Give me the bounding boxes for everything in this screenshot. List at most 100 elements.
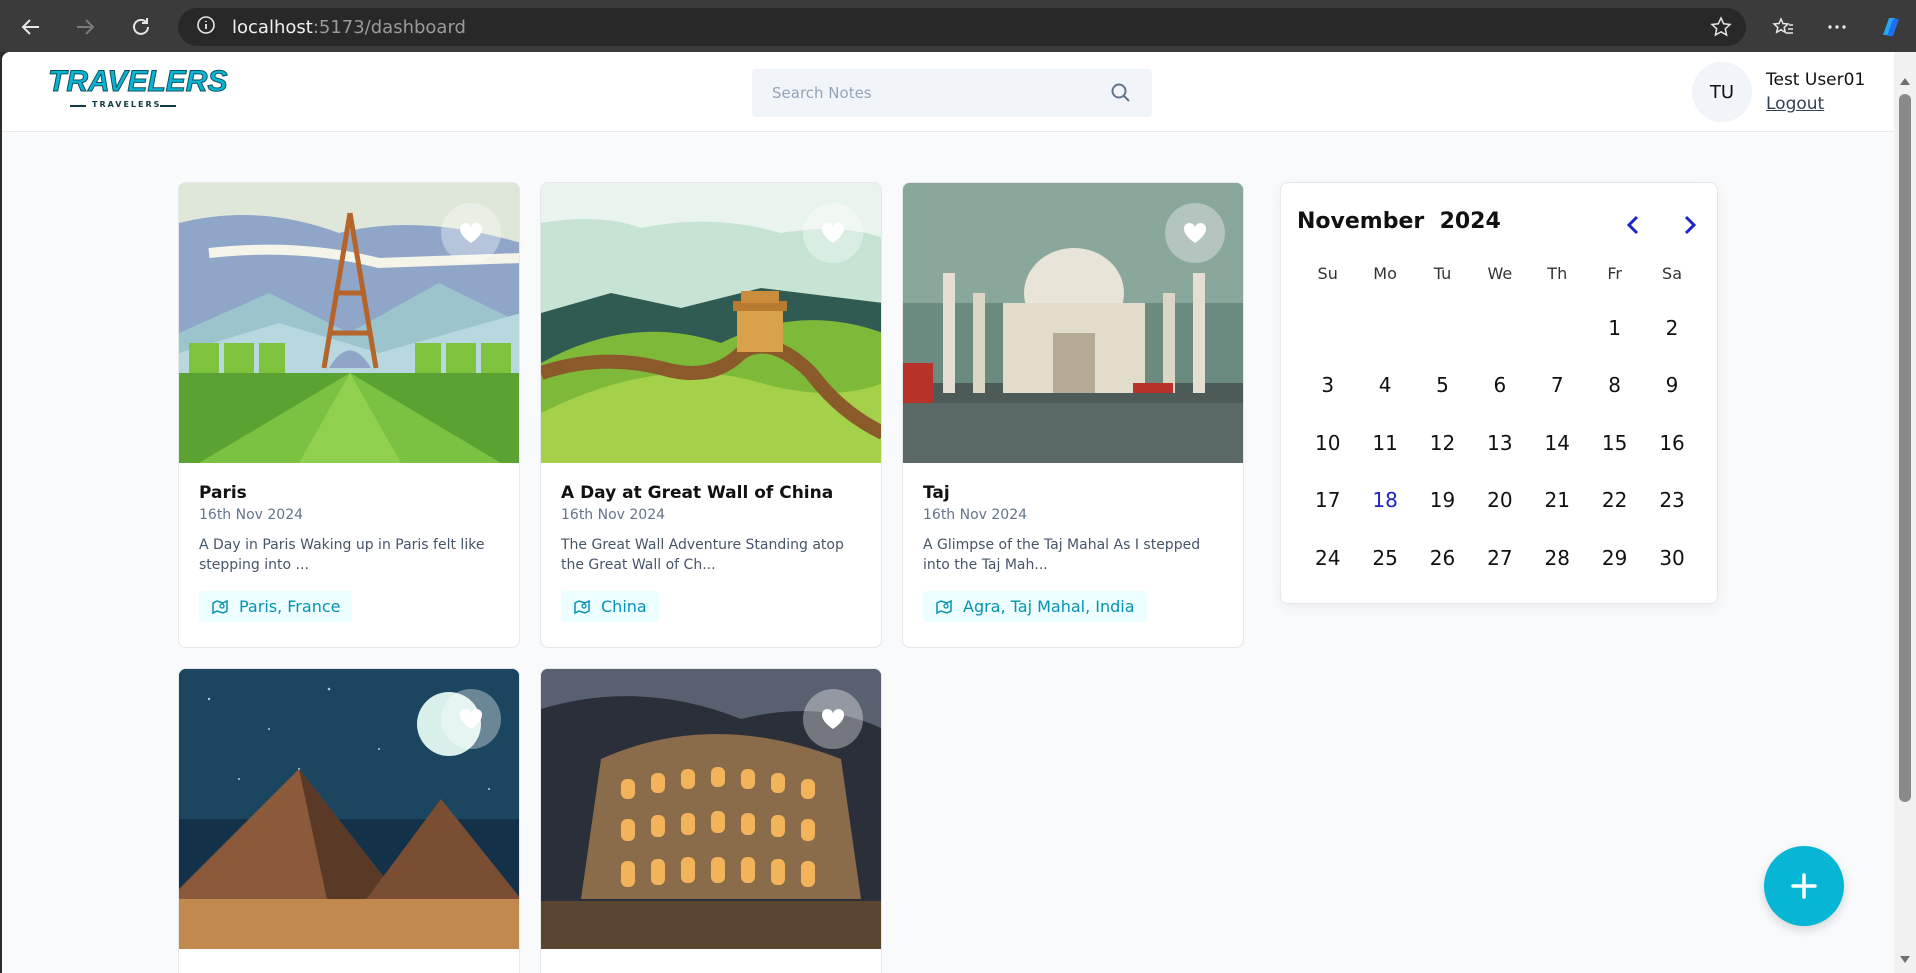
calendar-day[interactable]: 5 (1414, 373, 1471, 397)
story-excerpt: A Glimpse of the Taj Mahal As I stepped … (923, 537, 1201, 573)
page-scrollbar[interactable] (1894, 52, 1916, 973)
reload-icon[interactable] (124, 10, 158, 44)
story-card[interactable]: A Day at Great Wall of China 16th Nov 20… (540, 182, 882, 648)
weekday-label: Su (1317, 263, 1338, 283)
add-story-button[interactable] (1764, 846, 1844, 926)
logout-link[interactable]: Logout (1766, 94, 1865, 114)
logo-subtext: TRAVELERS (92, 100, 162, 109)
location-tag: Paris, France (199, 591, 353, 622)
map-icon (574, 599, 590, 614)
story-image[interactable] (903, 183, 1243, 463)
calendar-day[interactable]: 23 (1643, 488, 1700, 512)
calendar-day[interactable]: 1 (1586, 316, 1643, 340)
week-row: 1 2 (1299, 299, 1701, 357)
calendar-day[interactable]: 7 (1529, 373, 1586, 397)
heart-icon (459, 708, 483, 729)
logo-divider (70, 105, 86, 107)
favorite-button[interactable] (803, 689, 863, 749)
calendar-day[interactable]: 8 (1586, 373, 1643, 397)
forward-icon[interactable] (68, 10, 102, 44)
scroll-down-icon[interactable] (1900, 956, 1910, 963)
more-menu-icon[interactable] (1820, 10, 1854, 44)
calendar-day[interactable]: 12 (1414, 431, 1471, 455)
story-image[interactable] (541, 669, 881, 949)
top-navbar: TRAVELERS TRAVELERS TU Test User01 Logou… (2, 52, 1894, 132)
calendar-day[interactable]: 13 (1471, 431, 1528, 455)
calendar-day[interactable]: 27 (1471, 546, 1528, 570)
calendar-day-today[interactable]: 18 (1356, 488, 1413, 512)
calendar-day[interactable]: 20 (1471, 488, 1528, 512)
calendar-day[interactable]: 6 (1471, 373, 1528, 397)
location-label: Agra, Taj Mahal, India (963, 597, 1135, 616)
search-input[interactable] (772, 84, 1110, 102)
calendar-year: 2024 (1439, 209, 1501, 234)
location-tag: China (561, 591, 659, 622)
calendar-day[interactable]: 21 (1529, 488, 1586, 512)
calendar-day[interactable]: 24 (1299, 546, 1356, 570)
chevron-left-icon[interactable] (1621, 213, 1645, 237)
calendar-day[interactable]: 30 (1643, 546, 1700, 570)
week-row: 17 18 19 20 21 22 23 (1299, 472, 1701, 530)
weekday-label: Th (1547, 263, 1568, 283)
calendar-caption: November 2024 (1297, 209, 1501, 234)
favorite-button[interactable] (441, 203, 501, 263)
url-host: localhost (232, 16, 313, 38)
calendar-day[interactable]: 11 (1356, 431, 1413, 455)
calendar-day[interactable]: 9 (1643, 373, 1700, 397)
heart-icon (459, 222, 483, 243)
favorite-button[interactable] (1165, 203, 1225, 263)
weekday-label: Mo (1373, 263, 1397, 283)
location-label: Paris, France (239, 597, 341, 616)
calendar-day[interactable]: 22 (1586, 488, 1643, 512)
calendar-day[interactable]: 26 (1414, 546, 1471, 570)
week-row: 24 25 26 27 28 29 30 (1299, 529, 1701, 587)
travelers-logo[interactable]: TRAVELERS TRAVELERS (48, 65, 228, 114)
story-card[interactable] (540, 668, 882, 973)
story-image[interactable] (179, 669, 519, 949)
scroll-up-icon[interactable] (1900, 78, 1910, 85)
calendar-day[interactable]: 15 (1586, 431, 1643, 455)
calendar-grid: Su Mo Tu We Th Fr Sa 1 2 3 4 5 6 7 8 9 1… (1299, 263, 1701, 587)
calendar-day[interactable]: 14 (1529, 431, 1586, 455)
heart-icon (1183, 222, 1207, 243)
calendar-day[interactable]: 10 (1299, 431, 1356, 455)
chevron-right-icon[interactable] (1678, 213, 1702, 237)
heart-icon (821, 708, 845, 729)
story-title: A Day at Great Wall of China (561, 483, 834, 503)
story-image[interactable] (541, 183, 881, 463)
calendar-widget: November 2024 Su Mo Tu We Th Fr Sa 1 2 3… (1280, 182, 1718, 604)
location-label: China (601, 597, 647, 616)
search-bar (752, 69, 1152, 117)
story-date: 16th Nov 2024 (199, 507, 304, 523)
calendar-day[interactable]: 28 (1529, 546, 1586, 570)
story-card[interactable]: Taj 16th Nov 2024 A Glimpse of the Taj M… (902, 182, 1244, 648)
calendar-day[interactable]: 19 (1414, 488, 1471, 512)
search-icon[interactable] (1110, 82, 1132, 104)
calendar-day[interactable]: 16 (1643, 431, 1700, 455)
favorite-button[interactable] (441, 689, 501, 749)
address-bar[interactable]: localhost:5173/dashboard (178, 8, 1746, 46)
calendar-day[interactable]: 4 (1356, 373, 1413, 397)
weekday-row: Su Mo Tu We Th Fr Sa (1299, 263, 1701, 283)
story-excerpt: A Day in Paris Waking up in Paris felt l… (199, 537, 485, 573)
site-info-icon[interactable] (196, 15, 216, 39)
scrollbar-thumb[interactable] (1899, 94, 1911, 802)
story-card[interactable] (178, 668, 520, 973)
back-icon[interactable] (14, 10, 48, 44)
calendar-day[interactable]: 29 (1586, 546, 1643, 570)
story-image[interactable] (179, 183, 519, 463)
dashboard-page: TRAVELERS TRAVELERS TU Test User01 Logou… (2, 52, 1894, 973)
calendar-day[interactable]: 25 (1356, 546, 1413, 570)
story-card[interactable]: Paris 16th Nov 2024 A Day in Paris Wakin… (178, 182, 520, 648)
bookmark-star-icon[interactable] (1710, 16, 1732, 42)
story-excerpt: The Great Wall Adventure Standing atop t… (561, 537, 844, 573)
browser-toolbar: localhost:5173/dashboard (0, 0, 1916, 52)
copilot-icon[interactable] (1874, 10, 1908, 44)
location-tag: Agra, Taj Mahal, India (923, 591, 1147, 622)
calendar-day[interactable]: 2 (1643, 316, 1700, 340)
calendar-day[interactable]: 17 (1299, 488, 1356, 512)
calendar-day[interactable]: 3 (1299, 373, 1356, 397)
favorites-icon[interactable] (1766, 10, 1800, 44)
story-title: Paris (199, 483, 247, 503)
favorite-button[interactable] (803, 203, 863, 263)
